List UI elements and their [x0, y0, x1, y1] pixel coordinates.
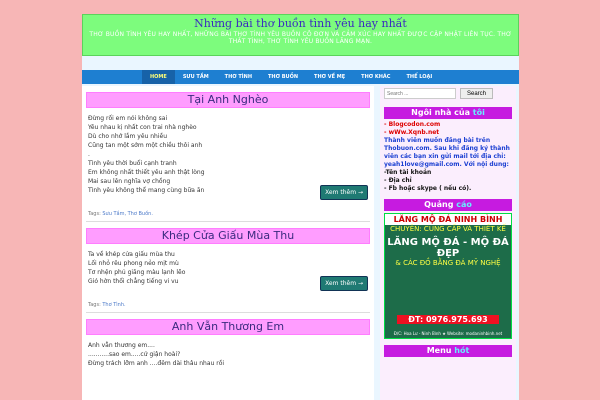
search-button[interactable]: Search — [460, 88, 494, 99]
nav-home[interactable]: HOME — [142, 70, 175, 84]
ad-phone: ĐT: 0976.975.693 — [397, 315, 499, 324]
widget-title-menu: Menu hót — [384, 345, 512, 357]
sidebar-req-address: - Địa chỉ — [384, 177, 412, 184]
ad-main-text: LĂNG MỘ ĐÁ - MỘ ĐÁ ĐẸP — [387, 237, 509, 259]
nav-tho-tinh[interactable]: THƠ TÌNH — [217, 70, 260, 84]
site-description: THƠ BUỒN TÌNH YÊU HAY NHẤT, NHỮNG BÀI TH… — [89, 31, 512, 45]
nav-tho-khac[interactable]: THƠ KHÁC — [353, 70, 398, 84]
post-excerpt: Đừng rối em nói không sai Yêu nhau kị nh… — [86, 108, 370, 200]
sidebar: Search Ngôi nhà của tôi - Blogcodon.com … — [380, 86, 516, 400]
read-more-button[interactable]: Xem thêm → — [320, 276, 368, 291]
post: Anh Vẫn Thương Em Anh vẫn thương em.... … — [86, 319, 370, 400]
widget-title-ads: Quảng cáo — [384, 199, 512, 211]
sidebar-link-xqnb[interactable]: - wWw.Xqnb.net — [384, 129, 512, 137]
post: Tại Anh Nghèo Đừng rối em nói không sai … — [86, 92, 370, 222]
ad-banner[interactable]: LĂNG MỘ ĐÁ NINH BÌNH CHUYÊN: CUNG CẤP VÀ… — [384, 213, 512, 339]
widget-title-highlight: hót — [454, 346, 470, 355]
main-nav: HOME SƯU TẦM THƠ TÌNH THƠ BUỒN THƠ VỀ MẸ… — [82, 70, 519, 84]
site-header: Những bài thơ buồn tình yêu hay nhất THƠ… — [82, 14, 519, 56]
widget-title-text: Menu — [426, 346, 455, 355]
tags-label: Tags: — [88, 211, 101, 217]
post-title[interactable]: Tại Anh Nghèo — [86, 92, 370, 108]
ad-tagline: CHUYÊN: CUNG CẤP VÀ THIẾT KẾ — [390, 225, 506, 233]
post-excerpt: Ta về khép cửa giấu mùa thu Lối nhỏ rêu … — [86, 244, 370, 291]
tags-links[interactable]: Sưu Tầm, Thơ Buồn. — [102, 211, 153, 217]
post-title[interactable]: Khép Cửa Giấu Mùa Thu — [86, 228, 370, 244]
widget-title-home: Ngôi nhà của tôi — [384, 107, 512, 119]
search-input[interactable] — [384, 88, 456, 99]
site-title[interactable]: Những bài thơ buồn tình yêu hay nhất — [83, 17, 518, 30]
nav-suu-tam[interactable]: SƯU TẦM — [175, 70, 217, 84]
widget-body-home: - Blogcodon.com - wWw.Xqnb.net Thành viê… — [380, 121, 516, 193]
widget-title-text: Ngôi nhà của — [411, 108, 473, 117]
main-content: Tại Anh Nghèo Đừng rối em nói không sai … — [82, 86, 374, 400]
sidebar-email[interactable]: yeah1love@gmail.com. Với nội dung: — [384, 161, 512, 169]
sidebar-info: Thành viên muốn đăng bài trên Thobuon.co… — [384, 137, 510, 160]
post-text: Đừng rối em nói không sai Yêu nhau kị nh… — [88, 115, 205, 194]
widget-title-highlight: tôi — [472, 108, 485, 117]
search-form: Search — [380, 86, 516, 101]
nav-tho-buon[interactable]: THƠ BUỒN — [260, 70, 306, 84]
tags-label: Tags: — [88, 302, 101, 308]
ad-subtext: & CÁC ĐỒ BẰNG ĐÁ MỸ NGHỆ — [395, 259, 501, 267]
ad-footer: Đ/C: Hoa Lư - Ninh Bình ★ Website: modan… — [393, 331, 503, 336]
nav-tho-ve-me[interactable]: THƠ VỀ MẸ — [306, 70, 353, 84]
page-wrapper: Những bài thơ buồn tình yêu hay nhất THƠ… — [82, 14, 519, 400]
post: Khép Cửa Giấu Mùa Thu Ta về khép cửa giấ… — [86, 228, 370, 313]
widget-title-highlight: cáo — [456, 200, 472, 209]
post-excerpt: Anh vẫn thương em.... ...........sao em.… — [86, 335, 370, 400]
nav-the-loai[interactable]: THỂ LOẠI — [398, 70, 440, 84]
post-title[interactable]: Anh Vẫn Thương Em — [86, 319, 370, 335]
widget-title-text: Quảng — [424, 200, 457, 209]
read-more-button[interactable]: Xem thêm → — [320, 185, 368, 200]
sidebar-req-account: -Tên tài khoản — [384, 169, 432, 176]
ad-heading: LĂNG MỘ ĐÁ NINH BÌNH — [385, 214, 511, 225]
post-text: Anh vẫn thương em.... ...........sao em.… — [88, 342, 225, 367]
tags-links[interactable]: Thơ Tình. — [102, 302, 125, 308]
sidebar-req-social: - Fb hoặc skype ( nếu có). — [384, 185, 472, 192]
sidebar-link-blogcodon[interactable]: - Blogcodon.com — [384, 121, 512, 129]
